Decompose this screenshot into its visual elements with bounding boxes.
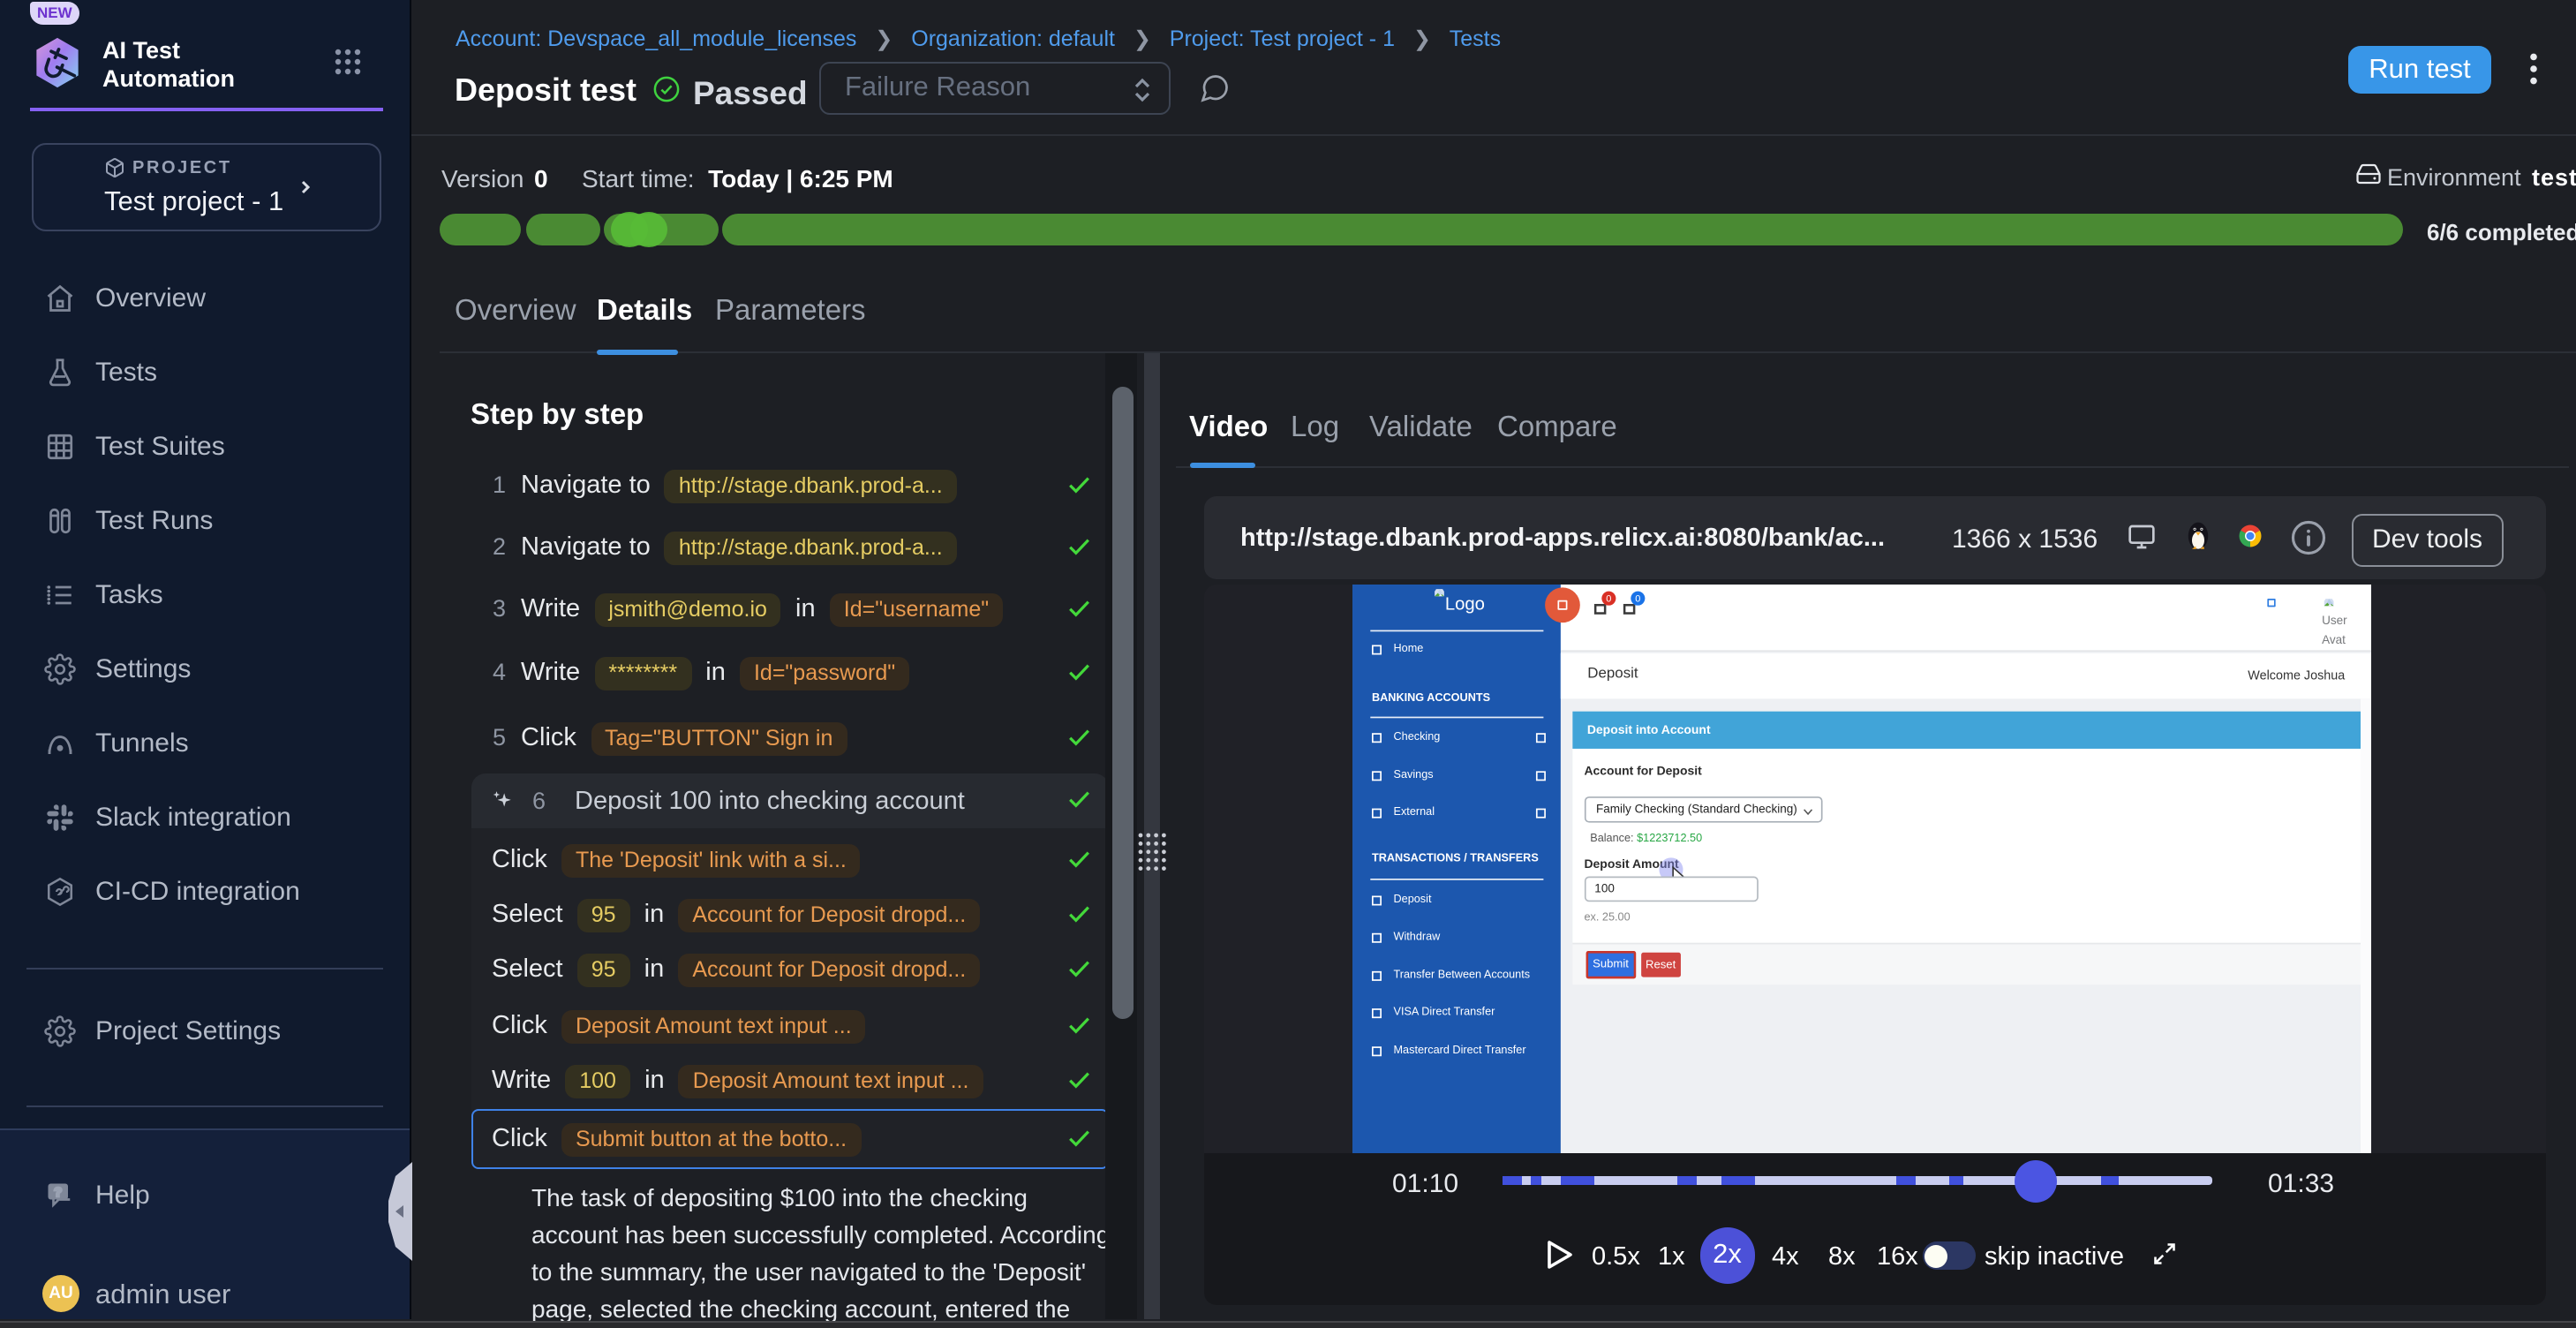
svg-text:?: ? [54,1184,62,1199]
